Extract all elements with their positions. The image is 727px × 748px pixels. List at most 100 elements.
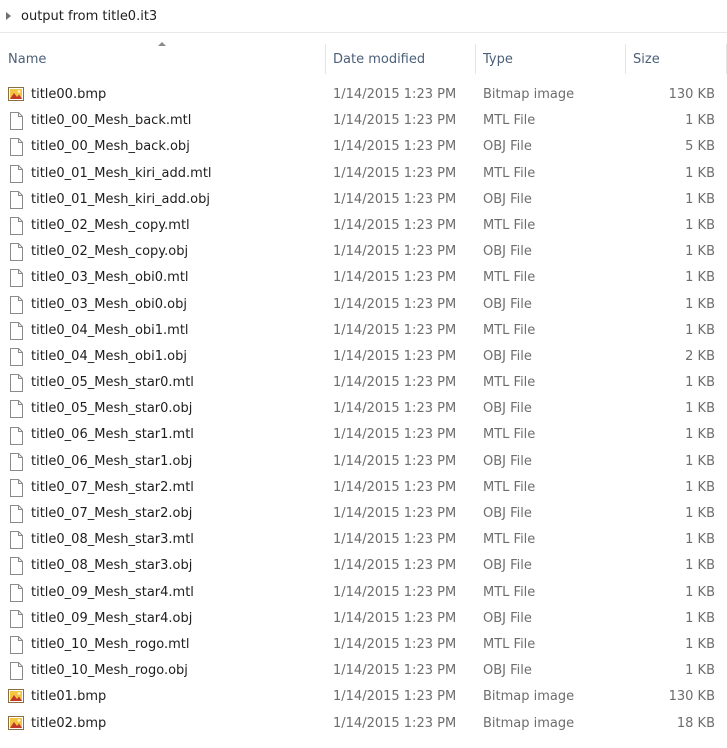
file-list: title00.bmp 1/14/2015 1:23 PM Bitmap image… [0,82,727,737]
file-row[interactable]: title0_03_Mesh_obi0.obj 1/14/2015 1:23 PM… [0,292,727,318]
file-icon [8,478,24,497]
file-name-cell: title0_01_Mesh_kiri_add.obj [8,187,210,213]
file-row[interactable]: title0_03_Mesh_obi0.mtl 1/14/2015 1:23 PM… [0,265,727,291]
sort-ascending-icon [158,42,166,46]
file-type: MTL File [483,584,536,600]
file-type: MTL File [483,217,536,233]
file-row[interactable]: title01.bmp 1/14/2015 1:23 PM Bitmap image… [0,684,727,710]
file-type: Bitmap image [483,87,575,102]
file-name-cell: title0_04_Mesh_obi1.obj [8,344,187,370]
file-icon [8,662,24,681]
file-size: 1 KB [685,375,715,391]
file-row[interactable]: title0_00_Mesh_back.mtl 1/14/2015 1:23 PM… [0,108,727,134]
expand-arrow-icon[interactable] [6,12,11,20]
file-row[interactable]: title0_06_Mesh_star1.obj 1/14/2015 1:23 P… [0,449,727,475]
file-row[interactable]: title0_09_Mesh_star4.mtl 1/14/2015 1:23 P… [0,580,727,606]
file-row[interactable]: title0_01_Mesh_kiri_add.mtl 1/14/2015 1:2… [0,161,727,187]
file-icon [8,505,24,524]
file-row[interactable]: title0_10_Mesh_rogo.mtl 1/14/2015 1:23 PM… [0,632,727,658]
file-name: title0_03_Mesh_obi0.obj [31,296,187,312]
file-date: 1/14/2015 1:23 PM [333,270,457,286]
file-type: Bitmap image [483,689,575,705]
file-name-cell: title01.bmp [8,684,106,710]
file-icon [8,374,24,393]
file-row[interactable]: title0_08_Mesh_star3.mtl 1/14/2015 1:23 P… [0,527,727,553]
file-type: OBJ File [483,296,532,312]
file-name: title0_01_Mesh_kiri_add.mtl [31,165,212,181]
file-name-cell: title0_08_Mesh_star3.obj [8,553,192,579]
file-size: 1 KB [685,453,715,469]
file-size: 1 KB [685,113,715,129]
breadcrumb-label: output from title0.it3 [21,8,158,24]
file-name-cell: title0_00_Mesh_back.mtl [8,108,191,134]
file-row[interactable]: title0_01_Mesh_kiri_add.obj 1/14/2015 1:2… [0,187,727,213]
file-row[interactable]: title0_07_Mesh_star2.mtl 1/14/2015 1:23 P… [0,475,727,501]
file-row[interactable]: title0_02_Mesh_copy.obj 1/14/2015 1:23 PM… [0,239,727,265]
column-header-date[interactable]: Date modified [325,40,475,78]
file-date: 1/14/2015 1:23 PM [333,401,457,417]
file-name: title0_07_Mesh_star2.obj [31,506,193,521]
file-size: 1 KB [685,532,715,548]
file-date: 1/14/2015 1:23 PM [333,375,457,391]
file-type: MTL File [483,113,536,129]
file-type: OBJ File [483,139,532,155]
file-type: OBJ File [483,558,532,574]
column-header-date-label: Date modified [333,51,426,67]
file-name-cell: title0_05_Mesh_star0.mtl [8,370,194,396]
file-row[interactable]: title0_04_Mesh_obi1.mtl 1/14/2015 1:23 PM… [0,318,727,344]
column-header-type[interactable]: Type [475,40,625,78]
file-icon [8,557,24,576]
bitmap-icon [8,86,24,104]
file-name-cell: title0_07_Mesh_star2.mtl [8,475,194,501]
file-date: 1/14/2015 1:23 PM [333,506,457,521]
file-row[interactable]: title0_08_Mesh_star3.obj 1/14/2015 1:23 P… [0,553,727,579]
file-row[interactable]: title02.bmp 1/14/2015 1:23 PM Bitmap image… [0,711,727,737]
file-row[interactable]: title00.bmp 1/14/2015 1:23 PM Bitmap image… [0,82,727,108]
file-name: title0_10_Mesh_rogo.mtl [31,636,190,652]
breadcrumb[interactable]: output from title0.it3 [0,0,727,33]
file-type: MTL File [483,375,536,391]
file-date: 1/14/2015 1:23 PM [333,87,457,102]
file-row[interactable]: title0_06_Mesh_star1.mtl 1/14/2015 1:23 P… [0,422,727,448]
file-name-cell: title0_10_Mesh_rogo.mtl [8,632,189,658]
file-name: title0_10_Mesh_rogo.obj [31,663,188,679]
file-type: OBJ File [483,191,532,207]
file-row[interactable]: title0_05_Mesh_star0.obj 1/14/2015 1:23 P… [0,396,727,422]
file-date: 1/14/2015 1:23 PM [333,348,457,364]
file-icon [8,400,24,419]
file-name-cell: title0_05_Mesh_star0.obj [8,396,192,422]
file-date: 1/14/2015 1:23 PM [333,165,457,181]
file-size: 1 KB [685,584,715,600]
bitmap-icon [8,688,24,706]
file-size: 1 KB [685,636,715,652]
file-name: title0_04_Mesh_obi1.obj [31,348,187,364]
file-icon [8,583,24,602]
file-row[interactable]: title0_02_Mesh_copy.mtl 1/14/2015 1:23 PM… [0,213,727,239]
file-size: 1 KB [685,427,715,443]
file-type: MTL File [483,479,536,495]
file-name-cell: title0_02_Mesh_copy.obj [8,239,188,265]
file-row[interactable]: title0_00_Mesh_back.obj 1/14/2015 1:23 PM… [0,134,727,160]
file-row[interactable]: title0_09_Mesh_star4.obj 1/14/2015 1:23 P… [0,606,727,632]
file-name: title0_08_Mesh_star3.mtl [31,532,194,548]
column-header-size[interactable]: Size [625,40,727,78]
file-row[interactable]: title0_04_Mesh_obi1.obj 1/14/2015 1:23 PM… [0,344,727,370]
file-name: title02.bmp [31,715,107,731]
column-header-row: Name Date modified Type Size [0,40,727,78]
file-name-cell: title0_09_Mesh_star4.mtl [8,580,194,606]
file-row[interactable]: title0_05_Mesh_star0.mtl 1/14/2015 1:23 P… [0,370,727,396]
file-date: 1/14/2015 1:23 PM [333,636,457,652]
file-type: MTL File [483,427,536,443]
file-size: 1 KB [685,558,715,574]
file-name: title0_06_Mesh_star1.mtl [31,427,194,443]
file-type: OBJ File [483,663,532,679]
file-row[interactable]: title0_07_Mesh_star2.obj 1/14/2015 1:23 P… [0,501,727,527]
file-row[interactable]: title0_10_Mesh_rogo.obj 1/14/2015 1:23 PM… [0,658,727,684]
bitmap-icon [8,715,24,733]
file-name-cell: title00.bmp [8,82,106,108]
file-icon [8,426,24,445]
file-name-cell: title0_10_Mesh_rogo.obj [8,658,188,684]
file-name-cell: title0_09_Mesh_star4.obj [8,606,192,632]
file-type: MTL File [483,636,536,652]
file-date: 1/14/2015 1:23 PM [333,191,457,207]
